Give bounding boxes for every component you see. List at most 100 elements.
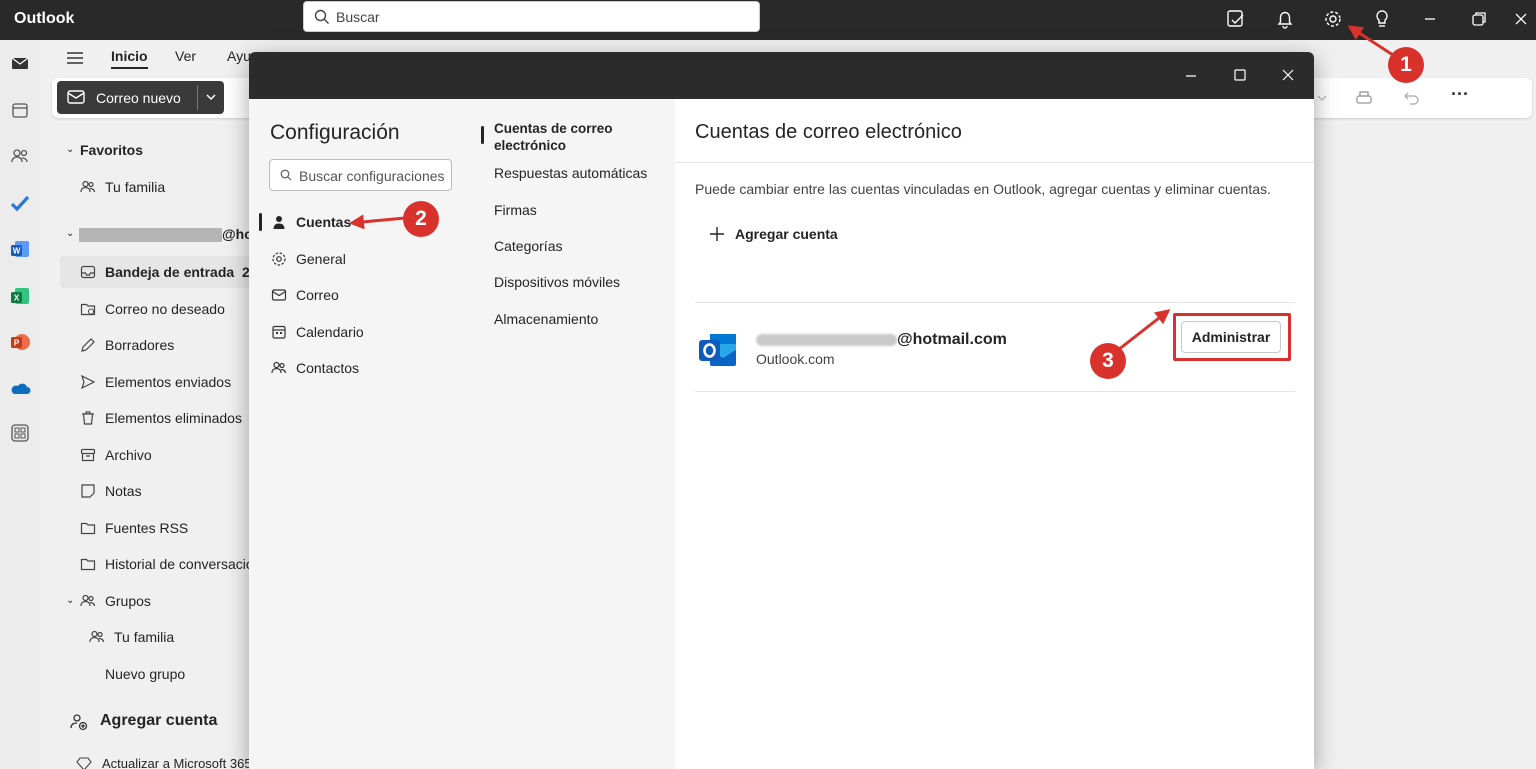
apps-icon[interactable]	[9, 422, 31, 444]
junk-folder-icon	[80, 303, 96, 316]
subnav-mobile-devices[interactable]: Dispositivos móviles	[494, 274, 664, 291]
dialog-title-bar	[249, 52, 1314, 99]
people-icon[interactable]	[9, 145, 31, 167]
search-input[interactable]: Buscar	[303, 1, 760, 32]
hamburger-icon[interactable]	[65, 50, 85, 66]
close-icon[interactable]	[1510, 8, 1532, 30]
settings-category-contacts[interactable]: Contactos	[269, 352, 459, 384]
upgrade-link[interactable]: Actualizar a Microsoft 365	[52, 748, 262, 769]
content-title: Cuentas de correo electrónico	[695, 121, 962, 143]
folder-label: Bandeja de entrada	[105, 264, 235, 280]
folder-label: Elementos enviados	[105, 374, 232, 390]
folder-archive[interactable]: Archivo	[52, 439, 262, 471]
settings-category-general[interactable]: General	[269, 243, 459, 275]
folder-junk[interactable]: Correo no deseado	[52, 293, 262, 325]
tab-inicio[interactable]: Inicio	[111, 48, 148, 69]
chevron-down-icon[interactable]	[205, 91, 217, 103]
folder-conversation-history[interactable]: Historial de conversacio	[52, 548, 262, 580]
group-item[interactable]: Tu familia	[52, 621, 262, 653]
chevron-down-icon: ⌄	[66, 228, 75, 239]
folder-label: Correo no deseado	[105, 301, 225, 317]
subnav-email-accounts[interactable]: Cuentas de correo electrónico	[494, 120, 664, 154]
divider	[675, 162, 1314, 163]
send-icon	[80, 374, 96, 390]
folder-icon	[80, 522, 96, 535]
word-icon[interactable]: W	[9, 238, 31, 260]
minimize-icon[interactable]	[1419, 8, 1441, 30]
pencil-icon	[81, 338, 95, 352]
add-account-label: Agregar cuenta	[100, 712, 218, 729]
maximize-icon[interactable]	[1231, 66, 1249, 84]
subnav-auto-replies[interactable]: Respuestas automáticas	[494, 165, 664, 182]
mail-icon	[67, 90, 85, 104]
category-label: General	[296, 251, 346, 267]
people-icon	[80, 180, 96, 193]
undo-icon[interactable]	[1402, 88, 1422, 108]
calendar-icon[interactable]	[9, 99, 31, 121]
category-label: Cuentas	[296, 214, 352, 230]
tab-ayuda[interactable]: Ayu	[227, 48, 251, 64]
title-bar: Outlook Buscar	[0, 0, 1536, 40]
minimize-icon[interactable]	[1182, 66, 1200, 84]
new-group-item[interactable]: Nuevo grupo	[52, 658, 262, 690]
settings-nav: Configuración Buscar configuraciones Cue…	[249, 99, 471, 769]
person-icon	[273, 216, 285, 229]
subnav-signatures[interactable]: Firmas	[494, 202, 664, 219]
folder-label: Historial de conversacio	[105, 556, 254, 572]
folder-sent[interactable]: Elementos enviados	[52, 366, 262, 398]
folder-label: Borradores	[105, 337, 175, 353]
chevron-down-icon: ⌄	[66, 144, 75, 155]
gear-icon[interactable]	[1322, 8, 1344, 30]
favorite-label: Tu familia	[105, 179, 166, 195]
subnav-storage[interactable]: Almacenamiento	[494, 311, 664, 328]
folder-notes[interactable]: Notas	[52, 475, 262, 507]
add-account-label: Agregar cuenta	[735, 226, 838, 242]
redacted-account-name	[79, 228, 222, 242]
settings-category-mail[interactable]: Correo	[269, 279, 459, 311]
manage-account-button[interactable]: Administrar	[1181, 321, 1281, 353]
todo-check-icon[interactable]	[9, 192, 31, 214]
favorite-item[interactable]: Tu familia	[52, 171, 262, 203]
new-mail-button[interactable]: Correo nuevo	[57, 81, 224, 114]
folder-deleted[interactable]: Elementos eliminados	[52, 402, 262, 434]
folder-pane: ⌄ Favoritos Tu familia ⌄ @ho Bandeja de …	[52, 128, 262, 769]
settings-category-calendar[interactable]: Calendario	[269, 316, 459, 348]
account-header[interactable]: ⌄ @ho	[52, 218, 262, 250]
tab-ver[interactable]: Ver	[175, 48, 196, 64]
groups-label: Grupos	[105, 593, 151, 609]
folder-inbox[interactable]: Bandeja de entrada 2	[60, 256, 262, 288]
split-divider	[197, 85, 198, 110]
add-account-button[interactable]: Agregar cuenta	[695, 219, 845, 251]
add-account-link[interactable]: Agregar cuenta	[52, 705, 262, 739]
settings-dialog: Configuración Buscar configuraciones Cue…	[249, 52, 1314, 769]
folder-rss[interactable]: Fuentes RSS	[52, 512, 262, 544]
lightbulb-icon[interactable]	[1371, 8, 1393, 30]
new-mail-label: Correo nuevo	[96, 90, 181, 106]
category-label: Calendario	[296, 324, 364, 340]
settings-search-input[interactable]: Buscar configuraciones	[269, 159, 452, 191]
close-icon[interactable]	[1279, 66, 1297, 84]
subnav-categories[interactable]: Categorías	[494, 238, 664, 255]
favorites-header[interactable]: ⌄ Favoritos	[52, 134, 262, 166]
chevron-down-icon[interactable]	[1312, 88, 1332, 108]
groups-header[interactable]: ⌄ Grupos	[52, 585, 262, 617]
selection-indicator	[481, 126, 484, 144]
note-icon	[81, 484, 95, 498]
settings-subnav: Cuentas de correo electrónico Respuestas…	[471, 99, 675, 769]
mail-icon[interactable]	[9, 52, 31, 74]
annotation-badge-1: 1	[1388, 47, 1424, 83]
onedrive-icon[interactable]	[9, 378, 31, 400]
people-icon	[89, 630, 105, 643]
app-rail: W X P	[0, 40, 40, 769]
excel-icon[interactable]: X	[9, 285, 31, 307]
bell-icon[interactable]	[1274, 8, 1296, 30]
gear-icon	[272, 252, 286, 266]
powerpoint-icon[interactable]: P	[9, 331, 31, 353]
folder-icon	[80, 558, 96, 571]
todo-icon[interactable]	[1225, 8, 1247, 30]
restore-icon[interactable]	[1468, 8, 1490, 30]
folder-drafts[interactable]: Borradores	[52, 329, 262, 361]
folder-label: Elementos eliminados	[105, 410, 242, 426]
print-icon[interactable]	[1354, 88, 1374, 108]
more-options-icon[interactable]: ···	[1451, 84, 1469, 105]
